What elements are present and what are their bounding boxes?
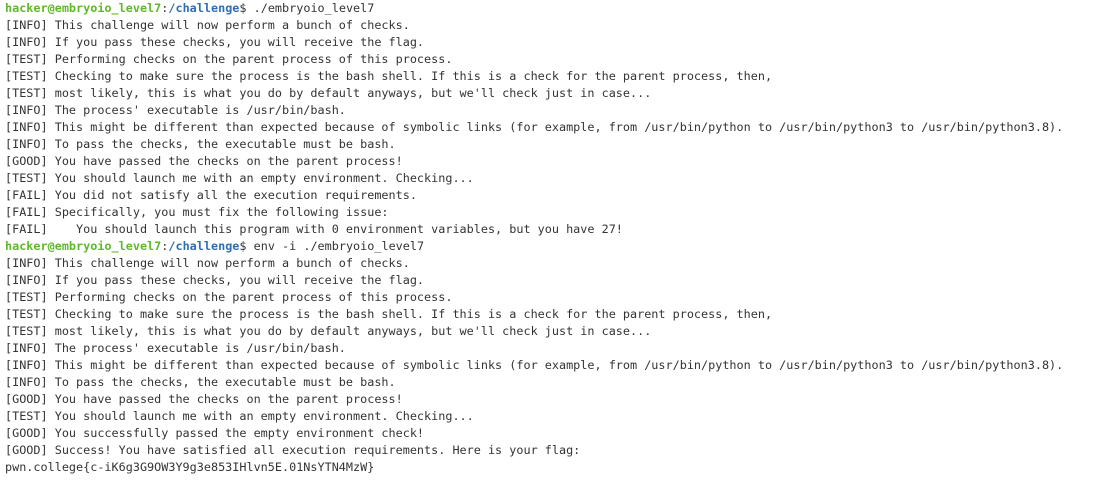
output-line: [TEST] most likely, this is what you do … (5, 86, 652, 100)
prompt-symbol: $ (239, 239, 254, 253)
prompt-symbol: $ (239, 1, 254, 15)
output-line: [TEST] Performing checks on the parent p… (5, 52, 453, 66)
prompt-line: hacker@embryoio_level7:/challenge$ ./emb… (5, 0, 1099, 17)
prompt-line: hacker@embryoio_level7:/challenge$ env -… (5, 238, 1099, 255)
prompt-path: /challenge (168, 1, 240, 15)
prompt-path: /challenge (168, 239, 240, 253)
command-text: ./embryoio_level7 (253, 1, 375, 15)
output-line: [INFO] This might be different than expe… (5, 120, 1064, 134)
output-line: [INFO] This might be different than expe… (5, 358, 1064, 372)
output-line: [INFO] If you pass these checks, you wil… (5, 35, 425, 49)
output-line: [TEST] You should launch me with an empt… (5, 171, 474, 185)
output-line: [FAIL] You did not satisfy all the execu… (5, 188, 417, 202)
terminal-output[interactable]: hacker@embryoio_level7:/challenge$ ./emb… (0, 0, 1099, 476)
prompt-user-host: hacker@embryoio_level7 (5, 1, 162, 15)
output-line: [INFO] To pass the checks, the executabl… (5, 375, 396, 389)
output-line: [INFO] This challenge will now perform a… (5, 256, 410, 270)
output-line: pwn.college{c-iK6g3G9OW3Y9g3e853IHlvn5E.… (5, 460, 375, 474)
output-line: [TEST] Checking to make sure the process… (5, 307, 773, 321)
output-line: [INFO] The process' executable is /usr/b… (5, 341, 346, 355)
output-line: [INFO] To pass the checks, the executabl… (5, 137, 396, 151)
output-line: [INFO] This challenge will now perform a… (5, 18, 410, 32)
output-line: [TEST] Checking to make sure the process… (5, 69, 773, 83)
output-line: [GOOD] Success! You have satisfied all e… (5, 443, 581, 457)
output-line: [GOOD] You have passed the checks on the… (5, 154, 403, 168)
output-line: [GOOD] You have passed the checks on the… (5, 392, 403, 406)
command-text: env -i ./embryoio_level7 (253, 239, 425, 253)
output-line: [TEST] You should launch me with an empt… (5, 409, 474, 423)
output-line: [INFO] The process' executable is /usr/b… (5, 103, 346, 117)
output-line: [FAIL] You should launch this program wi… (5, 222, 623, 236)
output-line: [INFO] If you pass these checks, you wil… (5, 273, 425, 287)
output-line: [TEST] most likely, this is what you do … (5, 324, 652, 338)
output-line: [FAIL] Specifically, you must fix the fo… (5, 205, 389, 219)
prompt-user-host: hacker@embryoio_level7 (5, 239, 162, 253)
output-line: [GOOD] You successfully passed the empty… (5, 426, 425, 440)
output-line: [TEST] Performing checks on the parent p… (5, 290, 453, 304)
